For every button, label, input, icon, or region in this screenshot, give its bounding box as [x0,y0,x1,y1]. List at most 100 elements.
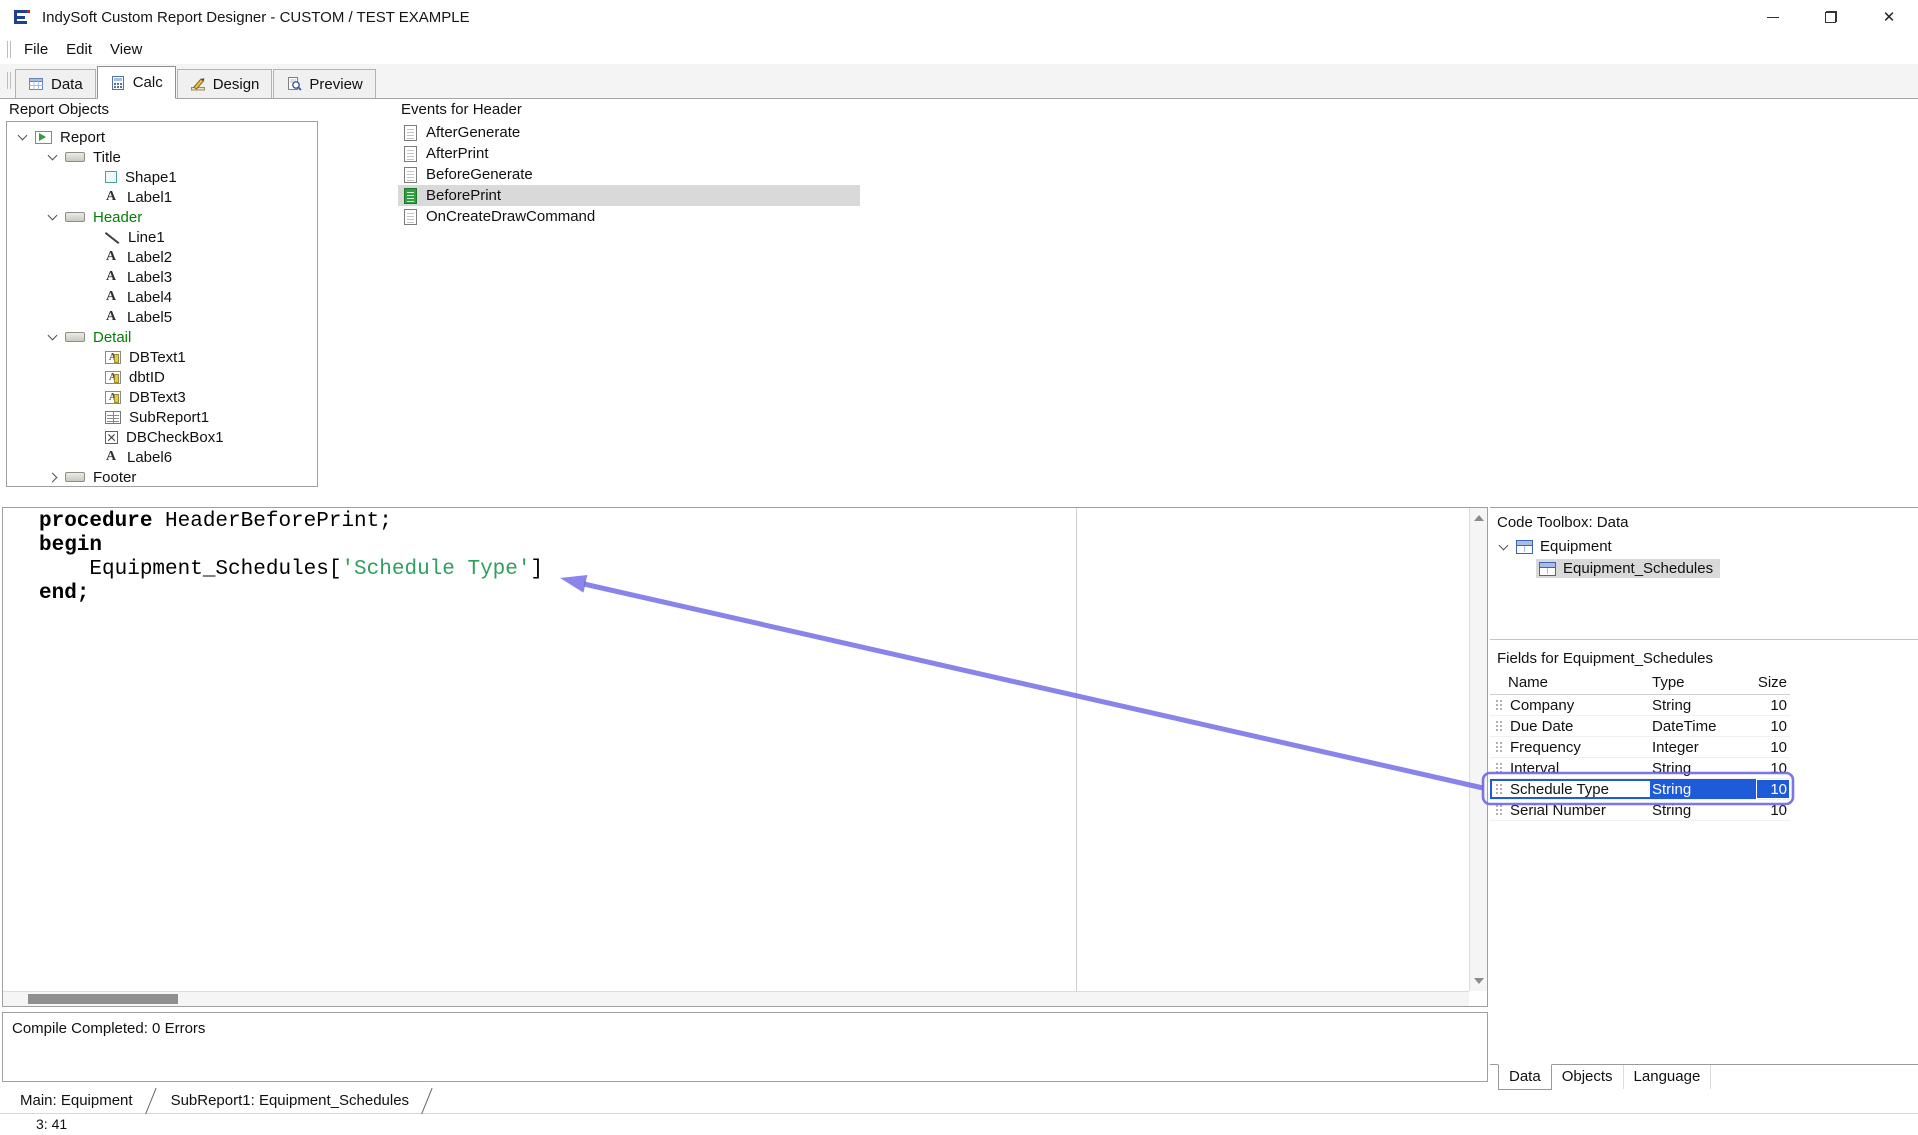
event-item-oncreatedrawcommand[interactable]: OnCreateDrawCommand [398,206,860,227]
column-header-size[interactable]: Size [1756,674,1790,691]
tree-node-dbtext3[interactable]: DBText3 [7,387,317,407]
doc-tab-main-equipment[interactable]: Main: Equipment [10,1089,161,1113]
tab-toolbox-objects[interactable]: Objects [1552,1065,1624,1089]
tree-node-label1[interactable]: Label1 [7,187,317,207]
toolbox-node-equipment-schedules[interactable]: Equipment_Schedules [1536,559,1720,578]
field-name: Frequency [1510,739,1581,756]
field-size: 10 [1756,695,1790,715]
checkbox-icon [105,431,118,444]
code-text[interactable]: procedure HeaderBeforePrint; begin Equip… [39,510,543,606]
chevron-down-icon[interactable] [18,131,28,141]
label-icon [105,450,119,465]
vertical-scrollbar[interactable] [1469,508,1487,991]
tree-node-line1[interactable]: Line1 [7,227,317,247]
toolbar-grip [7,41,11,58]
tab-design[interactable]: Design [177,69,273,99]
event-item-aftergenerate[interactable]: AfterGenerate [398,122,860,143]
field-row-company[interactable]: CompanyString10 [1490,695,1790,716]
minimize-button[interactable] [1744,0,1802,34]
tree-node-label6[interactable]: Label6 [7,447,317,467]
drag-handle-icon[interactable] [1495,762,1503,774]
menu-edit[interactable]: Edit [57,37,101,62]
event-item-beforeprint[interactable]: BeforePrint [398,185,860,206]
menu-file[interactable]: File [15,37,57,62]
field-row-interval[interactable]: IntervalString10 [1490,758,1790,779]
label-icon [105,250,119,265]
horizontal-scrollbar[interactable] [3,991,1469,1006]
tab-label: Preview [309,76,362,93]
tree-node-subreport1[interactable]: SubReport1 [7,407,317,427]
scrollbar-thumb[interactable] [28,994,178,1004]
column-header-name[interactable]: Name [1490,674,1652,691]
drag-handle-icon[interactable] [1495,804,1503,816]
event-item-afterprint[interactable]: AfterPrint [398,143,860,164]
tree-node-label: Title [93,149,121,166]
compile-status-panel: Compile Completed: 0 Errors [2,1012,1488,1082]
tree-node-detail[interactable]: Detail [7,327,317,347]
drag-handle-icon[interactable] [1495,720,1503,732]
field-row-schedule-type[interactable]: Schedule TypeString10 [1490,779,1790,800]
field-type: String [1652,800,1756,820]
tab-preview[interactable]: Preview [273,69,375,99]
tree-node-label: dbtID [129,369,165,386]
tree-node-title[interactable]: Title [7,147,317,167]
doc-tab-subreport1[interactable]: SubReport1: Equipment_Schedules [161,1089,438,1113]
minimize-icon [1767,17,1779,18]
tree-node-label: Label4 [127,289,172,306]
tree-node-footer[interactable]: Footer [7,467,317,487]
tab-calc[interactable]: Calc [97,66,176,99]
field-size: 10 [1756,758,1790,778]
event-item-beforegenerate[interactable]: BeforeGenerate [398,164,860,185]
restore-button[interactable] [1802,0,1860,34]
tab-label: Data [51,76,83,93]
tree-node-report[interactable]: Report [7,127,317,147]
toolbar-grip [7,72,11,89]
chevron-right-icon[interactable] [48,472,58,482]
tab-toolbox-language[interactable]: Language [1624,1065,1712,1089]
tree-node-label3[interactable]: Label3 [7,267,317,287]
tab-toolbox-data[interactable]: Data [1498,1064,1552,1090]
tab-data[interactable]: Data [15,69,96,99]
fields-table: Name Type Size CompanyString10 Due DateD… [1490,671,1790,821]
tree-node-label: Report [60,129,105,146]
tree-node-label5[interactable]: Label5 [7,307,317,327]
tree-node-header[interactable]: Header [7,207,317,227]
tree-node-label2[interactable]: Label2 [7,247,317,267]
field-row-serial-number[interactable]: Serial NumberString10 [1490,800,1790,821]
shape-icon [105,171,117,183]
field-row-frequency[interactable]: FrequencyInteger10 [1490,737,1790,758]
label-icon [105,270,119,285]
calc-tab-icon [110,75,126,91]
scroll-down-icon[interactable] [1474,978,1484,984]
dbtext-icon [105,391,121,404]
tree-node-label: Label5 [127,309,172,326]
chevron-down-icon[interactable] [48,211,58,221]
tree-node-dbcheckbox1[interactable]: DBCheckBox1 [7,427,317,447]
close-button[interactable]: ✕ [1860,0,1918,34]
drag-handle-icon[interactable] [1495,741,1503,753]
tree-node-label4[interactable]: Label4 [7,287,317,307]
drag-handle-icon[interactable] [1495,699,1503,711]
toolbox-node-label: Equipment [1540,538,1612,555]
tree-node-shape1[interactable]: Shape1 [7,167,317,187]
tree-node-label: Label2 [127,249,172,266]
tree-node-dbtext1[interactable]: DBText1 [7,347,317,367]
tab-label: Design [213,76,260,93]
field-row-due-date[interactable]: Due DateDateTime10 [1490,716,1790,737]
event-label: BeforePrint [426,187,501,204]
tree-node-dbtid[interactable]: dbtID [7,367,317,387]
column-header-type[interactable]: Type [1652,674,1756,691]
tree-node-label: Label6 [127,449,172,466]
table-icon [1539,562,1556,576]
scroll-up-icon[interactable] [1474,515,1484,521]
toolbox-tab-bar: Data Objects Language [1490,1064,1918,1091]
chevron-down-icon[interactable] [48,331,58,341]
events-title: Events for Header [401,101,522,118]
chevron-down-icon[interactable] [48,151,58,161]
chevron-down-icon[interactable] [1499,540,1509,550]
toolbox-node-equipment[interactable]: Equipment [1500,538,1612,555]
code-editor[interactable]: procedure HeaderBeforePrint; begin Equip… [2,507,1488,1007]
menu-view[interactable]: View [101,37,151,62]
drag-handle-icon[interactable] [1495,783,1503,795]
event-page-icon [404,188,417,204]
